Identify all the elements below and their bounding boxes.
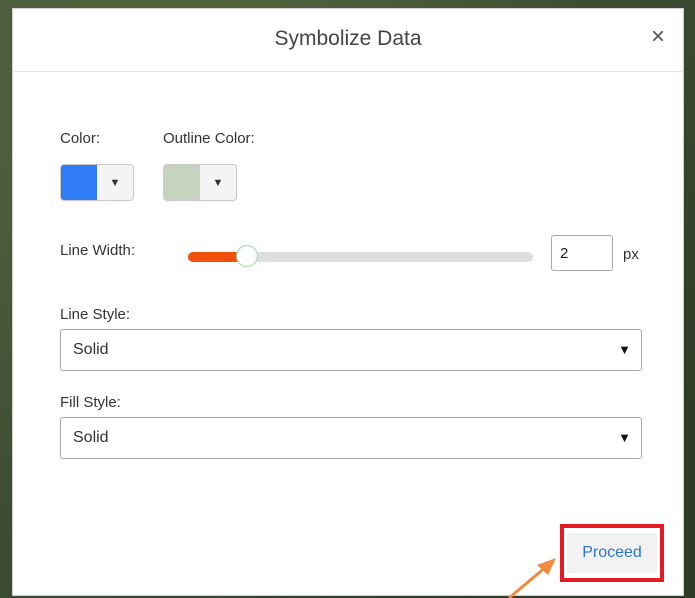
close-icon[interactable]: × <box>651 23 665 51</box>
line-style-label: Line Style: <box>60 306 131 323</box>
fill-style-value: Solid <box>73 429 109 446</box>
dialog-title: Symbolize Data <box>274 27 422 50</box>
line-width-slider[interactable] <box>188 245 533 267</box>
line-style-value: Solid <box>73 341 109 358</box>
proceed-button[interactable]: Proceed <box>567 533 657 573</box>
color-label: Color: <box>60 130 101 147</box>
outline-color-label: Outline Color: <box>163 130 255 147</box>
dialog-header: Symbolize Data × <box>13 9 683 72</box>
slider-handle[interactable] <box>235 245 258 267</box>
color-picker[interactable]: ▼ <box>60 164 134 201</box>
chevron-down-icon: ▼ <box>212 177 224 189</box>
line-width-input[interactable] <box>551 235 613 271</box>
symbolize-dialog: Symbolize Data × Color: ▼ Outline Color:… <box>12 8 684 596</box>
line-style-select[interactable]: Solid ▼ <box>60 329 642 371</box>
chevron-down-icon: ▼ <box>618 430 631 445</box>
proceed-highlight: Proceed <box>560 524 664 582</box>
fill-style-label: Fill Style: <box>60 394 121 411</box>
fill-style-select[interactable]: Solid ▼ <box>60 417 642 459</box>
outline-color-swatch <box>164 165 200 200</box>
chevron-down-icon: ▼ <box>618 342 631 357</box>
color-swatch <box>61 165 97 200</box>
outline-color-picker[interactable]: ▼ <box>163 164 237 201</box>
line-width-unit: px <box>623 246 639 263</box>
line-width-label: Line Width: <box>60 242 136 259</box>
chevron-down-icon: ▼ <box>109 177 121 189</box>
